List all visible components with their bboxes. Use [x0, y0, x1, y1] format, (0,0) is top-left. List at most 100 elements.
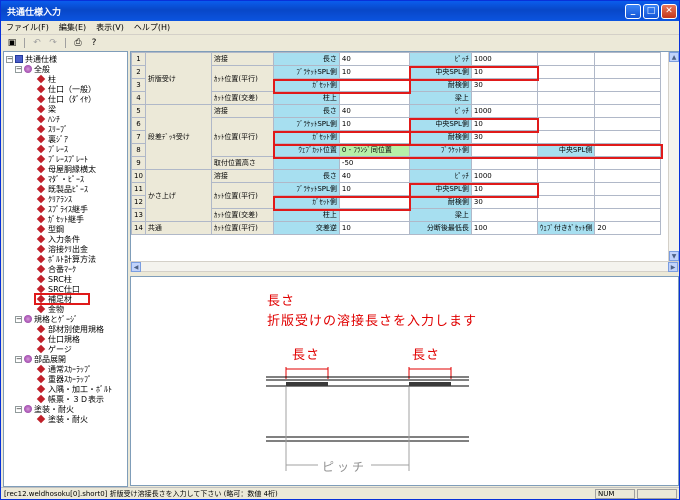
group-icon: [24, 355, 32, 363]
tree-item[interactable]: 入力条件: [36, 234, 80, 244]
tree-item[interactable]: 既製品ﾋﾟｰｽ: [36, 184, 88, 194]
tree-item[interactable]: 塗装・耐火: [36, 414, 88, 424]
collapse-icon[interactable]: −: [15, 65, 22, 73]
tree-item[interactable]: 通常ｽｶｰﾗｯﾌﾟ: [36, 364, 92, 374]
tree-item[interactable]: 溶接ｸﾘ出金: [36, 244, 88, 254]
tree-group[interactable]: − 全般: [15, 64, 50, 74]
empty-cell: [594, 104, 662, 118]
tree-item[interactable]: ｶﾞｾｯﾄ継手: [36, 214, 84, 224]
field-value[interactable]: 1000: [470, 169, 538, 183]
tree-item[interactable]: SRC柱: [36, 274, 72, 284]
tree-item[interactable]: 梁: [36, 104, 56, 114]
tree-view[interactable]: − 共通仕様 − 全般柱仕口（一般） 仕口（ﾀﾞｲﾔ）梁ﾊﾝﾁ ｽﾘｰﾌﾞ 裏ｼﾞｱ ﾌﾞﾚｰ…: [3, 51, 128, 487]
row-number[interactable]: 12: [131, 195, 146, 209]
scroll-right-icon[interactable]: ▶: [668, 262, 678, 272]
row-number[interactable]: 6: [131, 117, 146, 131]
item-icon: [36, 264, 46, 274]
tree-item[interactable]: ｽﾘｰﾌﾞ: [36, 124, 68, 134]
spec-grid[interactable]: 1 折版受け 溶接 長さ 40 ﾋﾟｯﾁ 1000 2 ｶｯﾄ位置(平行) ﾌﾞﾗｹｯﾄSPL側 1…: [130, 51, 679, 273]
row-number[interactable]: 5: [131, 104, 146, 118]
item-icon: [36, 364, 46, 374]
row-number[interactable]: 11: [131, 182, 146, 196]
collapse-icon[interactable]: −: [15, 315, 22, 323]
field-value[interactable]: 1000: [470, 104, 538, 118]
menu-file[interactable]: ファイル(F): [1, 22, 54, 33]
row-number[interactable]: 10: [131, 169, 146, 183]
collapse-icon[interactable]: −: [6, 55, 13, 63]
collapse-icon[interactable]: −: [15, 355, 22, 363]
tree-group[interactable]: − 部品展開: [15, 354, 66, 364]
row-number[interactable]: 9: [131, 156, 146, 170]
field-value[interactable]: 1000: [470, 52, 538, 66]
status-pane-empty: [637, 489, 677, 499]
menu-edit[interactable]: 編集(E): [54, 22, 91, 33]
tree-item[interactable]: 仕口規格: [36, 334, 80, 344]
scroll-down-icon[interactable]: ▼: [669, 251, 679, 261]
row-number[interactable]: 8: [131, 143, 146, 157]
tree-item[interactable]: ﾌﾞﾚｰｽ: [36, 144, 68, 154]
tree-item[interactable]: 仕口（一般）: [36, 84, 96, 94]
field-value[interactable]: 100: [470, 221, 538, 235]
empty-cell: [536, 104, 596, 118]
print-icon[interactable]: ⎙: [72, 38, 84, 49]
tree-item[interactable]: 母屋胴縁横太: [36, 164, 96, 174]
undo-icon[interactable]: ↶: [31, 38, 43, 49]
menu-help[interactable]: ヘルプ(H): [129, 22, 175, 33]
pitch-label: ピッチ: [318, 458, 372, 475]
row-subcategory: ｶｯﾄ位置(平行): [210, 65, 274, 92]
help-icon[interactable]: ?: [88, 38, 100, 49]
row-number[interactable]: 1: [131, 52, 146, 66]
row-number[interactable]: 4: [131, 91, 146, 105]
tree-item[interactable]: ﾎﾞﾙﾄ計算方法: [36, 254, 96, 264]
tree-item[interactable]: ﾏﾀﾞ・ﾋﾟｰｽ: [36, 174, 84, 184]
tree-item[interactable]: 柱: [36, 74, 56, 84]
tree-item[interactable]: 仕口（ﾀﾞｲﾔ）: [36, 94, 96, 104]
collapse-icon[interactable]: −: [15, 405, 22, 413]
tree-item[interactable]: ｸﾘｱﾗﾝｽ: [36, 194, 72, 204]
row-number[interactable]: 3: [131, 78, 146, 92]
scroll-left-icon[interactable]: ◀: [131, 262, 141, 272]
tree-item[interactable]: ｽﾌﾟﾗｲｽ継手: [36, 204, 88, 214]
menu-view[interactable]: 表示(V): [91, 22, 129, 33]
row-number[interactable]: 13: [131, 208, 146, 222]
field-value[interactable]: 40: [338, 52, 410, 66]
field-value[interactable]: 10: [338, 117, 410, 131]
field-value[interactable]: 40: [338, 169, 410, 183]
tree-item[interactable]: 金物: [36, 304, 64, 314]
field-value[interactable]: 10: [338, 182, 410, 196]
tree-item[interactable]: 裏ｼﾞｱ: [36, 134, 68, 144]
minimize-button[interactable]: _: [625, 3, 641, 19]
tree-group[interactable]: − 塗装・耐火: [15, 404, 74, 414]
grid-horizontal-scrollbar[interactable]: ◀ ▶: [130, 261, 679, 272]
tree-item[interactable]: ﾌﾞﾚｰｽﾌﾟﾚｰﾄ: [36, 154, 88, 164]
redo-icon[interactable]: ↷: [47, 38, 59, 49]
tree-root[interactable]: − 共通仕様: [6, 54, 57, 64]
tree-item[interactable]: 帳票・３Ｄ表示: [36, 394, 104, 404]
scroll-up-icon[interactable]: ▲: [669, 52, 679, 62]
tree-item[interactable]: ゲージ: [36, 344, 72, 354]
tree-group[interactable]: − 規格とｹﾞｰｼﾞ: [15, 314, 78, 324]
tree-item[interactable]: 重器ｽｶｰﾗｯﾌﾟ: [36, 374, 92, 384]
grid-vertical-scrollbar[interactable]: ▲ ▼: [668, 52, 679, 261]
tree-item[interactable]: 部材別使用規格: [36, 324, 104, 334]
empty-cell: [594, 91, 662, 105]
close-button[interactable]: ✕: [661, 3, 677, 19]
tree-item[interactable]: 入隅・加工・ﾎﾞﾙﾄ: [36, 384, 112, 394]
field-value[interactable]: [470, 91, 538, 105]
tree-item[interactable]: 型鋼: [36, 224, 64, 234]
field-label: ﾋﾟｯﾁ: [408, 52, 472, 66]
field-value[interactable]: 10: [338, 65, 410, 79]
field-value[interactable]: [470, 208, 538, 222]
field-value[interactable]: 20: [594, 221, 662, 235]
row-number[interactable]: 7: [131, 130, 146, 144]
save-icon[interactable]: ▣: [6, 38, 18, 49]
row-subcategory: 取付位置高さ: [210, 156, 274, 170]
field-value[interactable]: 10: [338, 221, 410, 235]
tree-item[interactable]: ﾊﾝﾁ: [36, 114, 60, 124]
table-row: 1 折版受け 溶接 長さ 40 ﾋﾟｯﾁ 1000: [131, 52, 662, 105]
row-number[interactable]: 14: [131, 221, 146, 235]
field-value[interactable]: 40: [338, 104, 410, 118]
row-number[interactable]: 2: [131, 65, 146, 79]
tree-item[interactable]: 合番ﾏｰｸ: [36, 264, 76, 274]
maximize-button[interactable]: □: [643, 3, 659, 19]
